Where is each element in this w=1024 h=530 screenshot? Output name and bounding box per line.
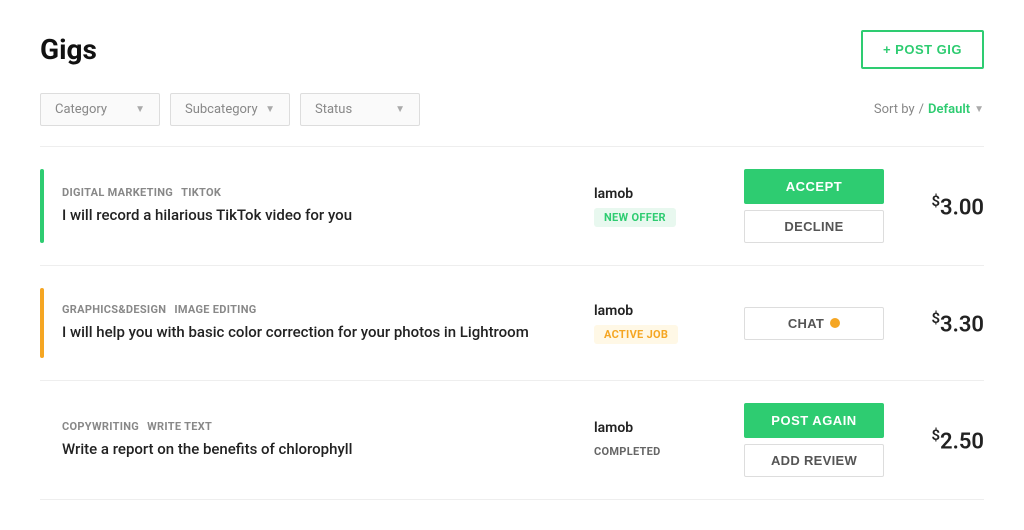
gig-username: lamob [594,420,714,436]
status-chevron: ▼ [395,104,405,115]
gig-card: COPYWRITING WRITE TEXT Write a report on t… [40,380,984,500]
gig-title: I will record a hilarious TikTok video f… [62,205,574,226]
sort-separator: / [919,102,924,117]
page-title: Gigs [40,33,97,66]
sort-label: Sort by [874,102,915,117]
currency-symbol: $ [931,426,940,444]
gig-username: lamob [594,186,714,202]
post-gig-button[interactable]: + POST GIG [861,30,984,69]
gig-title: I will help you with basic color correct… [62,322,574,343]
gig-tag: DIGITAL MARKETING [62,186,173,199]
sort-value[interactable]: Default ▼ [928,102,984,117]
add-review-button[interactable]: ADD REVIEW [744,444,884,477]
gig-actions: ACCEPT DECLINE [734,169,894,243]
category-label: Category [55,102,107,117]
gig-info: DIGITAL MARKETING TIKTOK I will record a h… [62,186,574,226]
gig-accent-bar [40,403,44,477]
gig-accent-bar [40,169,44,243]
gig-tags: DIGITAL MARKETING TIKTOK [62,186,574,199]
subcategory-filter[interactable]: Subcategory ▼ [170,93,290,126]
gig-tag: GRAPHICS&DESIGN [62,303,166,316]
gig-info: COPYWRITING WRITE TEXT Write a report on t… [62,420,574,460]
decline-button[interactable]: DECLINE [744,210,884,243]
page-header: Gigs + POST GIG [40,30,984,69]
gig-user-col: lamob NEW OFFER [574,186,734,227]
gig-price: $3.00 [894,192,984,220]
sort-chevron: ▼ [974,104,984,115]
subcategory-chevron: ▼ [265,104,275,115]
chat-label: CHAT [788,316,824,331]
gig-username: lamob [594,303,714,319]
status-label: Status [315,102,352,117]
category-chevron: ▼ [135,104,145,115]
currency-symbol: $ [931,309,940,327]
filters-row: Category ▼ Subcategory ▼ Status ▼ Sort b… [40,93,984,126]
post-again-button[interactable]: POST AGAIN [744,403,884,438]
gig-actions: POST AGAIN ADD REVIEW [734,403,894,477]
gig-tag: IMAGE EDITING [174,303,256,316]
gig-list: DIGITAL MARKETING TIKTOK I will record a h… [40,146,984,500]
category-filter[interactable]: Category ▼ [40,93,160,126]
gig-tag: WRITE TEXT [147,420,212,433]
gig-card: GRAPHICS&DESIGN IMAGE EDITING I will help … [40,265,984,380]
gig-tag: TIKTOK [181,186,221,199]
gig-price: $2.50 [894,426,984,454]
gig-tag: COPYWRITING [62,420,139,433]
gig-tags: COPYWRITING WRITE TEXT [62,420,574,433]
gig-user-col: lamob COMPLETED [574,420,734,461]
status-filter[interactable]: Status ▼ [300,93,420,126]
gig-info: GRAPHICS&DESIGN IMAGE EDITING I will help … [62,303,574,343]
gig-card: DIGITAL MARKETING TIKTOK I will record a h… [40,146,984,265]
filters-left: Category ▼ Subcategory ▼ Status ▼ [40,93,420,126]
status-badge: NEW OFFER [594,208,676,227]
gig-user-col: lamob ACTIVE JOB [574,303,734,344]
chat-button[interactable]: CHAT [744,307,884,340]
sort-row: Sort by / Default ▼ [874,102,984,117]
gig-tags: GRAPHICS&DESIGN IMAGE EDITING [62,303,574,316]
gig-accent-bar [40,288,44,358]
currency-symbol: $ [931,192,940,210]
chat-dot [830,318,840,328]
subcategory-label: Subcategory [185,102,258,117]
status-badge: ACTIVE JOB [594,325,678,344]
gig-actions: CHAT [734,307,894,340]
gig-price: $3.30 [894,309,984,337]
gig-title: Write a report on the benefits of chloro… [62,439,574,460]
status-badge: COMPLETED [594,442,671,461]
accept-button[interactable]: ACCEPT [744,169,884,204]
